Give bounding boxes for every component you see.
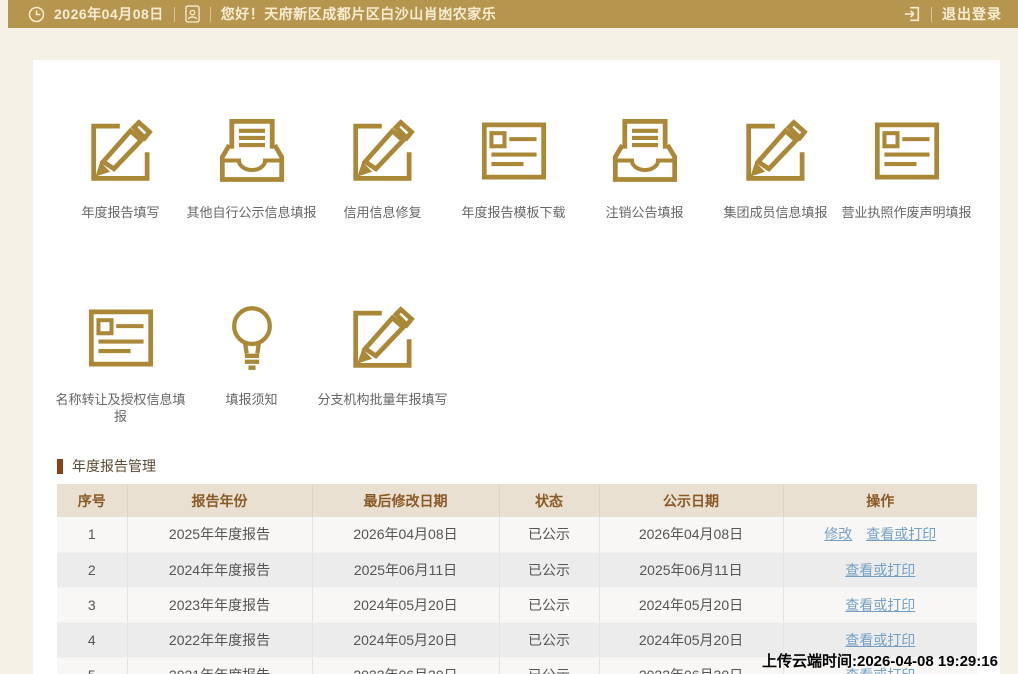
shortcut-name-transfer-authorization-fill[interactable]: 名称转让及授权信息填报 — [55, 297, 186, 425]
clock-icon — [28, 6, 45, 23]
last-modified-date: 2022年06月30日 — [312, 657, 500, 674]
shortcut-label: 营业执照作废声明填报 — [841, 205, 972, 220]
status: 已公示 — [499, 517, 600, 553]
column-header: 最后修改日期 — [312, 484, 500, 517]
shortcut-label: 年度报告模板下载 — [461, 205, 566, 220]
table-row: 2 2024年年度报告 2025年06月11日 已公示 2025年06月11日 查看或打印 — [57, 552, 977, 588]
divider — [931, 6, 932, 22]
main-panel: 年度报告填写 其他自行公示信息填报 信用信息修复 年度报告模板下载 注销公告填报 集团成员… — [33, 60, 1000, 674]
row-index: 3 — [57, 587, 128, 623]
shortcut-label: 注销公告填报 — [605, 205, 684, 220]
user-icon — [185, 5, 200, 23]
shortcut-label: 信用信息修复 — [343, 205, 422, 220]
view-or-print-link[interactable]: 查看或打印 — [845, 562, 915, 578]
upload-time-overlay: 上传云端时间:2026-04-08 19:29:16 — [762, 653, 998, 670]
status: 已公示 — [499, 622, 600, 658]
shortcut-other-self-publicity-info-fill[interactable]: 其他自行公示信息填报 — [186, 110, 317, 221]
section-title: 年度报告管理 — [72, 458, 156, 474]
shortcut-label: 集团成员信息填报 — [723, 205, 828, 220]
inbox-icon — [214, 110, 290, 192]
edit-icon — [345, 297, 421, 379]
edit-icon — [83, 110, 159, 192]
publish-date: 2024年05月20日 — [599, 622, 784, 658]
edit-icon — [345, 110, 421, 192]
section-marker — [57, 458, 63, 474]
report-year: 2021年年度报告 — [127, 657, 313, 674]
logout-icon — [903, 5, 921, 23]
shortcut-label: 名称转让及授权信息填报 — [55, 392, 186, 424]
shortcut-label: 年度报告填写 — [81, 205, 160, 220]
report-year: 2022年年度报告 — [127, 622, 313, 658]
divider — [209, 6, 211, 22]
table-row: 1 2025年年度报告 2026年04月08日 已公示 2026年04月08日 修改 查看或… — [57, 517, 977, 553]
shortcut-grid: 年度报告填写 其他自行公示信息填报 信用信息修复 年度报告模板下载 注销公告填报 集团成员… — [55, 110, 972, 425]
logout-button[interactable]: 退出登录 — [903, 4, 1002, 24]
publish-date: 2025年06月11日 — [599, 552, 784, 588]
modify-link[interactable]: 修改 — [824, 526, 852, 542]
row-index: 5 — [57, 657, 128, 674]
view-or-print-link[interactable]: 查看或打印 — [845, 632, 915, 648]
report-year: 2025年年度报告 — [127, 517, 313, 553]
shortcut-business-license-void-declaration[interactable]: 营业执照作废声明填报 — [841, 110, 972, 221]
last-modified-date: 2024年05月20日 — [312, 587, 500, 623]
report-table: 序号 报告年份 最后修改日期 状态 公示日期 操作 1 2025年年度报告 2026年04月0… — [57, 484, 977, 674]
shortcut-label: 分支机构批量年报填写 — [317, 392, 448, 407]
publish-date: 2022年06月30日 — [599, 657, 784, 674]
actions-cell: 查看或打印 — [783, 552, 977, 588]
row-index: 2 — [57, 552, 128, 588]
current-date: 2026年04月08日 — [54, 6, 164, 22]
divider — [173, 6, 175, 22]
logout-label: 退出登录 — [942, 6, 1002, 22]
row-index: 4 — [57, 622, 128, 658]
publish-date: 2024年05月20日 — [599, 587, 784, 623]
publish-date: 2026年04月08日 — [599, 517, 784, 553]
report-year: 2023年年度报告 — [127, 587, 313, 623]
actions-cell: 修改 查看或打印 — [783, 517, 977, 553]
shortcut-annual-report-template-download[interactable]: 年度报告模板下载 — [448, 110, 579, 221]
shortcut-branch-batch-annual-report-fill[interactable]: 分支机构批量年报填写 — [317, 297, 448, 425]
status: 已公示 — [499, 657, 600, 674]
last-modified-date: 2024年05月20日 — [312, 622, 500, 658]
column-header: 操作 — [783, 484, 977, 517]
shortcut-annual-report-fill[interactable]: 年度报告填写 — [55, 110, 186, 221]
bulb-icon — [214, 297, 290, 379]
shortcut-credit-info-repair[interactable]: 信用信息修复 — [317, 110, 448, 221]
edit-icon — [738, 110, 814, 192]
shortcut-filling-instructions[interactable]: 填报须知 — [186, 297, 317, 425]
status: 已公示 — [499, 587, 600, 623]
shortcut-deregistration-notice-fill[interactable]: 注销公告填报 — [579, 110, 710, 221]
view-or-print-link[interactable]: 查看或打印 — [866, 526, 936, 542]
shortcut-label: 其他自行公示信息填报 — [186, 205, 317, 220]
row-index: 1 — [57, 517, 128, 553]
window-icon — [476, 110, 552, 192]
inbox-icon — [607, 110, 683, 192]
actions-cell: 查看或打印 — [783, 587, 977, 623]
window-icon — [83, 297, 159, 379]
view-or-print-link[interactable]: 查看或打印 — [845, 597, 915, 613]
last-modified-date: 2025年06月11日 — [312, 552, 500, 588]
shortcut-label: 填报须知 — [225, 392, 278, 407]
topbar: 2026年04月08日 您好！天府新区成都片区白沙山肖凼农家乐 退出登录 — [8, 0, 1018, 28]
window-icon — [869, 110, 945, 192]
column-header: 报告年份 — [127, 484, 313, 517]
report-year: 2024年年度报告 — [127, 552, 313, 588]
column-header: 状态 — [499, 484, 600, 517]
table-row: 3 2023年年度报告 2024年05月20日 已公示 2024年05月20日 查看或打印 — [57, 587, 977, 623]
section-header: 年度报告管理 — [57, 456, 156, 476]
status: 已公示 — [499, 552, 600, 588]
last-modified-date: 2026年04月08日 — [312, 517, 500, 553]
user-greeting: 您好！天府新区成都片区白沙山肖凼农家乐 — [220, 6, 497, 22]
column-header: 公示日期 — [599, 484, 784, 517]
table-header-row: 序号 报告年份 最后修改日期 状态 公示日期 操作 — [57, 484, 977, 517]
shortcut-group-member-info-fill[interactable]: 集团成员信息填报 — [710, 110, 841, 221]
column-header: 序号 — [57, 484, 128, 517]
